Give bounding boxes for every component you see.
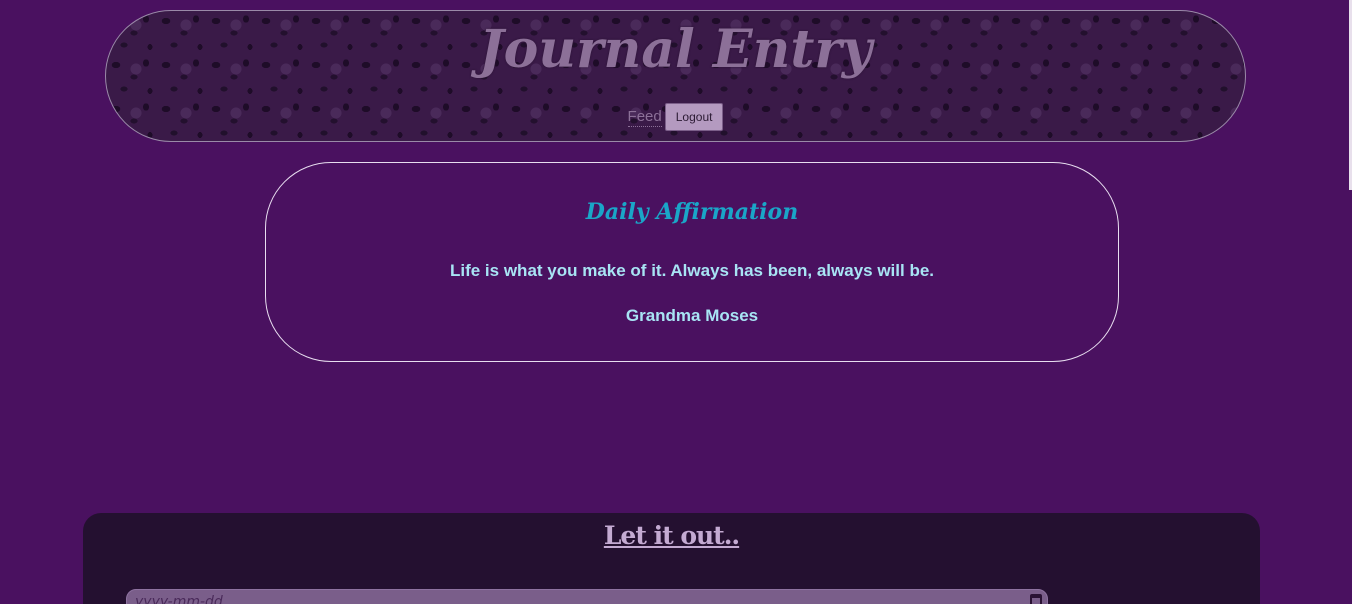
feed-link[interactable]: Feed — [627, 108, 662, 127]
nav-bar: Feed Logout — [106, 103, 1245, 131]
entry-title: Let it out.. — [603, 521, 740, 550]
affirmation-quote: Life is what you make of it. Always has … — [449, 261, 935, 280]
affirmation-title: Daily Affirmation — [585, 199, 799, 225]
affirmation-author: Grandma Moses — [625, 306, 759, 325]
page: Journal Entry Feed Logout Daily Affirmat… — [0, 0, 1352, 604]
date-input[interactable]: yyyy-mm-dd — [126, 589, 1048, 604]
calendar-icon[interactable] — [1030, 594, 1042, 604]
page-title: Journal Entry — [479, 19, 872, 80]
header-banner: Journal Entry Feed Logout — [105, 10, 1246, 142]
logout-button[interactable]: Logout — [664, 103, 724, 131]
affirmation-card: Daily Affirmation Life is what you make … — [265, 162, 1119, 362]
entry-panel: Let it out.. yyyy-mm-dd — [83, 513, 1260, 604]
